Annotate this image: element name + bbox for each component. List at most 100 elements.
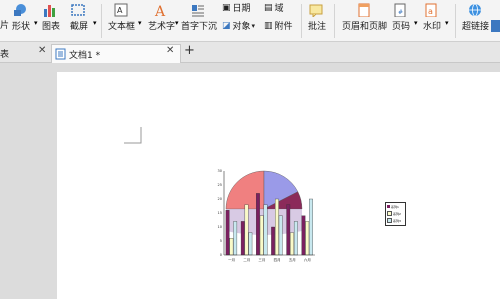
page-number-button[interactable]: # 页码 xyxy=(392,3,410,32)
dropcap-label: 首字下沉 xyxy=(181,22,218,32)
header-footer-icon xyxy=(358,3,369,17)
x-tick-label: 四月 xyxy=(274,257,281,262)
document-icon xyxy=(55,48,66,60)
bar xyxy=(286,204,291,256)
bar xyxy=(229,238,234,256)
margin-corner-mark xyxy=(124,127,142,144)
y-tick-label: 10 xyxy=(218,225,222,229)
chevron-down-icon[interactable]: ▾ xyxy=(138,19,142,27)
comment-icon xyxy=(309,4,323,17)
y-tick-label: 20 xyxy=(218,197,222,201)
bar xyxy=(259,215,264,256)
bar xyxy=(225,210,230,256)
legend-swatch xyxy=(387,211,392,216)
shape-icon xyxy=(14,4,26,16)
y-tick-label: 25 xyxy=(218,183,222,187)
bar xyxy=(248,232,253,256)
separator xyxy=(334,4,335,38)
x-tick-label: 三月 xyxy=(258,257,265,262)
document-tab-bar: 表 ✕ 文档1 * ✕ + xyxy=(0,42,500,63)
embedded-chart[interactable]: 0 5 10 15 20 25 30 一月 二月 三月 四月 五月 六月 xyxy=(207,167,327,267)
x-tick-label: 一月 xyxy=(228,257,235,262)
svg-text:A: A xyxy=(154,4,166,17)
bar xyxy=(233,221,238,256)
chart-button[interactable]: 图表 xyxy=(42,3,60,32)
attachment-button[interactable]: ▥ 附件 xyxy=(264,19,293,33)
chevron-down-icon[interactable]: ▾ xyxy=(34,19,38,27)
object-label: 对象 xyxy=(232,22,251,32)
attachment-icon: ▥ xyxy=(264,20,273,31)
globe-icon xyxy=(468,3,481,17)
bar xyxy=(240,221,245,256)
chevron-down-icon[interactable]: ▾ xyxy=(93,19,97,27)
field-label: 域 xyxy=(274,4,284,14)
page-number-icon: # xyxy=(394,3,406,17)
bar xyxy=(256,193,260,256)
object-button[interactable]: ◪ 对象 ▾ xyxy=(222,19,255,33)
legend-swatch xyxy=(387,218,392,223)
screenshot-button[interactable]: 截屏 xyxy=(70,3,88,32)
wordart-button[interactable]: A 艺术字 xyxy=(148,3,175,32)
bar xyxy=(263,204,268,256)
screenshot-label: 截屏 xyxy=(70,22,89,32)
picture-button[interactable]: 片 xyxy=(0,18,9,31)
legend-swatch xyxy=(387,205,390,208)
x-tick-label: 六月 xyxy=(304,257,311,262)
separator xyxy=(455,4,456,38)
bar xyxy=(305,221,310,256)
bar xyxy=(309,198,313,256)
picture-label: 片 xyxy=(0,21,10,31)
textbox-button[interactable]: A 文本框 xyxy=(108,3,135,32)
add-tab-button[interactable]: + xyxy=(184,43,195,58)
watermark-icon: a xyxy=(425,3,437,17)
date-button[interactable]: ▣ 日期 xyxy=(222,1,251,15)
hyperlink-label: 超链接 xyxy=(462,22,490,32)
legend-label: 系列1 xyxy=(391,204,399,209)
y-tick-label: 5 xyxy=(220,239,222,243)
x-tick-label: 二月 xyxy=(243,257,250,262)
tab-document1[interactable]: 文档1 * xyxy=(51,44,181,63)
close-icon[interactable]: ✕ xyxy=(38,45,46,56)
comment-button[interactable]: 批注 xyxy=(308,3,326,32)
wordart-icon: A xyxy=(154,4,166,17)
legend-label: 系列2 xyxy=(393,211,401,216)
watermark-label: 水印 xyxy=(423,22,442,32)
close-icon[interactable]: ✕ xyxy=(166,45,174,56)
chevron-down-icon[interactable]: ▾ xyxy=(175,19,179,27)
x-tick-label: 五月 xyxy=(289,257,296,262)
attachment-label: 附件 xyxy=(274,22,293,32)
legend-entry: 系列3 xyxy=(386,217,405,224)
bar xyxy=(290,232,294,256)
bar xyxy=(293,221,298,256)
page-number-label: 页码 xyxy=(392,22,411,32)
tab-label: 表 xyxy=(0,49,10,60)
shape-label: 形状 xyxy=(12,22,31,32)
chevron-down-icon[interactable]: ▾ xyxy=(445,19,449,27)
svg-text:A: A xyxy=(117,6,123,15)
screenshot-icon xyxy=(71,4,85,16)
field-button[interactable]: ▤ 域 xyxy=(264,1,284,15)
chevron-down-icon[interactable]: ▾ xyxy=(414,19,418,27)
separator xyxy=(301,4,302,38)
watermark-button[interactable]: a 水印 xyxy=(423,3,441,32)
y-tick-label: 0 xyxy=(220,253,222,257)
chart-label: 图表 xyxy=(42,22,61,32)
calendar-icon: ▣ xyxy=(222,2,231,13)
dropcap-button[interactable]: 首字下沉 xyxy=(181,3,217,32)
hyperlink-button[interactable]: 超链接 xyxy=(462,3,489,32)
field-icon: ▤ xyxy=(264,2,273,13)
object-icon: ◪ xyxy=(222,20,231,31)
bar xyxy=(275,198,279,256)
y-tick-label: 15 xyxy=(218,211,222,215)
shape-button[interactable]: 形状 xyxy=(12,3,30,32)
bar xyxy=(244,204,249,256)
legend-entry: 系列2 xyxy=(386,210,405,217)
header-footer-button[interactable]: 页眉和页脚 xyxy=(342,3,387,32)
bar xyxy=(271,226,275,256)
document-page[interactable]: 0 5 10 15 20 25 30 一月 二月 三月 四月 五月 六月 系列1 系列2 系列3 xyxy=(57,72,500,299)
bookmark-icon[interactable] xyxy=(491,20,500,32)
svg-text:a: a xyxy=(428,7,433,16)
bar xyxy=(301,215,306,256)
ribbon-toolbar: 片 形状 ▾ 图表 截屏 ▾ A 文本框 ▾ A 艺术字 ▾ 首字下沉 ▣ 日期… xyxy=(0,0,500,42)
textbox-icon: A xyxy=(114,3,127,17)
